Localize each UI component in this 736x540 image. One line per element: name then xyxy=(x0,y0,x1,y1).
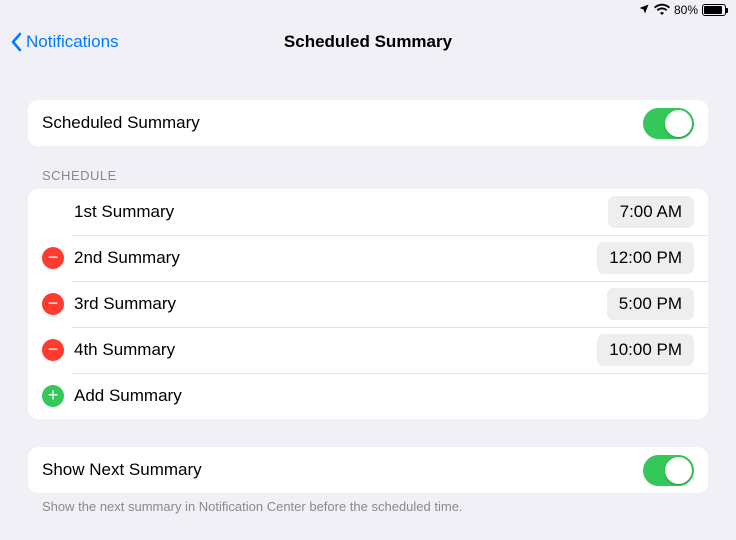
battery-percent: 80% xyxy=(674,3,698,17)
add-summary-label: Add Summary xyxy=(74,386,694,406)
show-next-toggle[interactable] xyxy=(643,455,694,486)
schedule-header: SCHEDULE xyxy=(28,146,708,189)
minus-icon: − xyxy=(48,248,59,266)
summary-time[interactable]: 10:00 PM xyxy=(597,334,694,366)
summary-label: 2nd Summary xyxy=(74,248,597,268)
add-summary-button[interactable]: + xyxy=(42,385,64,407)
nav-bar: Notifications Scheduled Summary xyxy=(0,20,736,64)
summary-time[interactable]: 12:00 PM xyxy=(597,242,694,274)
show-next-label: Show Next Summary xyxy=(42,460,643,480)
summary-label: 1st Summary xyxy=(74,202,608,222)
plus-icon: + xyxy=(48,386,59,404)
delete-summary-button[interactable]: − xyxy=(42,293,64,315)
summary-row-2: − 2nd Summary 12:00 PM xyxy=(28,235,708,281)
scheduled-summary-toggle[interactable] xyxy=(643,108,694,139)
delete-summary-button[interactable]: − xyxy=(42,247,64,269)
show-next-footer: Show the next summary in Notification Ce… xyxy=(28,493,708,514)
schedule-group: 1st Summary 7:00 AM − 2nd Summary 12:00 … xyxy=(28,189,708,419)
minus-icon: − xyxy=(48,294,59,312)
scheduled-summary-toggle-group: Scheduled Summary xyxy=(28,100,708,146)
show-next-group: Show Next Summary xyxy=(28,447,708,493)
show-next-row: Show Next Summary xyxy=(28,447,708,493)
summary-label: 4th Summary xyxy=(74,340,597,360)
summary-row-4: − 4th Summary 10:00 PM xyxy=(28,327,708,373)
wifi-icon xyxy=(654,3,670,18)
back-label: Notifications xyxy=(26,32,119,52)
minus-icon: − xyxy=(48,340,59,358)
scheduled-summary-row: Scheduled Summary xyxy=(28,100,708,146)
location-icon xyxy=(638,3,650,18)
summary-row-1: 1st Summary 7:00 AM xyxy=(28,189,708,235)
summary-row-3: − 3rd Summary 5:00 PM xyxy=(28,281,708,327)
back-button[interactable]: Notifications xyxy=(0,32,119,52)
summary-time[interactable]: 5:00 PM xyxy=(607,288,694,320)
scheduled-summary-label: Scheduled Summary xyxy=(42,113,643,133)
delete-summary-button[interactable]: − xyxy=(42,339,64,361)
status-bar: 80% xyxy=(0,0,736,20)
chevron-left-icon xyxy=(10,32,22,52)
battery-icon xyxy=(702,4,726,16)
summary-label: 3rd Summary xyxy=(74,294,607,314)
summary-time[interactable]: 7:00 AM xyxy=(608,196,694,228)
add-summary-row[interactable]: + Add Summary xyxy=(28,373,708,419)
